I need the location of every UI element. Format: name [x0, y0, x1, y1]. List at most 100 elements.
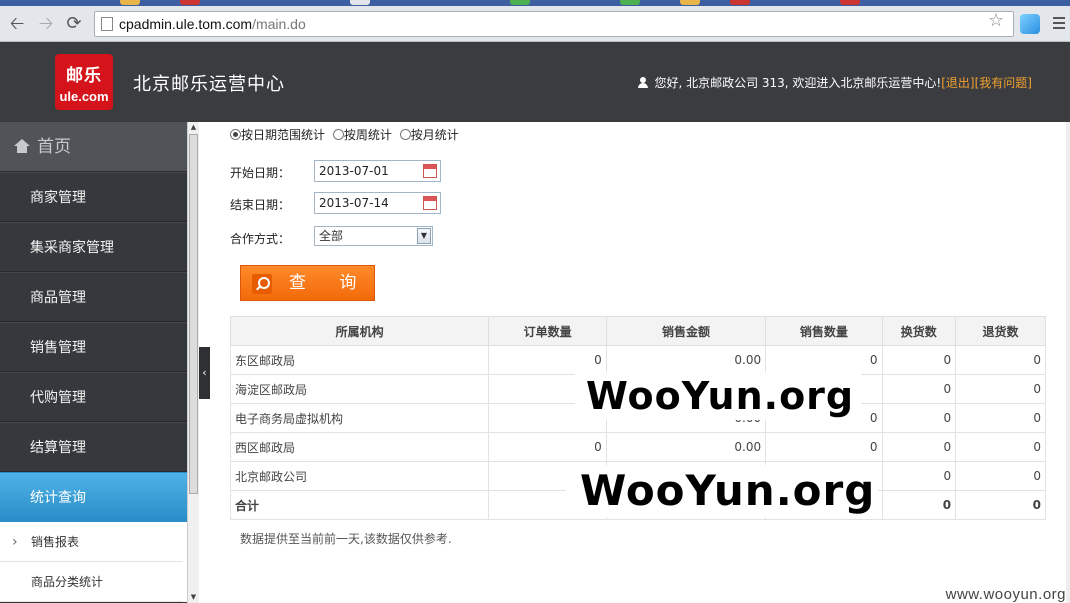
- radio-weekly[interactable]: 按周统计: [332, 126, 392, 143]
- home-icon: [14, 139, 30, 153]
- query-button[interactable]: 查 询: [240, 265, 375, 301]
- sidebar-item-proxy-purchase[interactable]: 代购管理: [0, 372, 187, 422]
- main-content: 按日期范围统计 按周统计 按月统计 开始日期： 2013-07-01 结束日期：…: [210, 122, 1070, 603]
- sidebar-item-products[interactable]: 商品管理: [0, 272, 187, 322]
- tab[interactable]: [350, 0, 370, 5]
- calendar-icon[interactable]: [423, 196, 437, 210]
- tab[interactable]: [120, 0, 140, 5]
- search-icon: [252, 274, 272, 294]
- column-header[interactable]: 订单数量: [488, 316, 607, 346]
- column-header[interactable]: 换货数: [881, 316, 957, 346]
- start-date-row: 开始日期： 2013-07-01: [230, 160, 441, 182]
- table-cell: 海淀区邮政局: [229, 374, 490, 404]
- table-cell: 0: [881, 432, 957, 462]
- chevron-right-icon: ›: [12, 534, 18, 550]
- tab[interactable]: [510, 0, 530, 5]
- table-cell: 0: [881, 345, 957, 375]
- tab[interactable]: [620, 0, 640, 5]
- help-link[interactable]: [我有问题]: [975, 76, 1032, 90]
- coop-select[interactable]: 全部 ▼: [314, 226, 433, 246]
- table-cell: 0: [765, 345, 883, 375]
- table-cell: 合计: [229, 490, 490, 520]
- table-cell: 0: [955, 403, 1046, 433]
- collapse-sidebar-button[interactable]: ‹: [199, 347, 210, 399]
- start-date-label: 开始日期：: [230, 166, 291, 180]
- sidebar-item-merchant[interactable]: 商家管理: [0, 172, 187, 222]
- sidebar-home[interactable]: 首页: [0, 122, 187, 172]
- coop-row: 合作方式： 全部 ▼: [230, 226, 433, 247]
- menu-icon[interactable]: [1053, 17, 1065, 32]
- browser-toolbar: 🡠 🡢 ⟳ cpadmin.ule.tom.com/main.do ☆: [0, 6, 1070, 42]
- sidebar-submenu: › 销售报表 商品分类统计: [0, 522, 187, 602]
- welcome-bar: 您好, 北京邮政公司 313, 欢迎进入北京邮乐运营中心![退出][我有问题]: [638, 74, 1032, 91]
- scroll-up-icon[interactable]: ▲: [189, 123, 198, 132]
- table-cell: 0: [955, 374, 1046, 404]
- sidebar-item-sales[interactable]: 销售管理: [0, 322, 187, 372]
- page-scrollbar[interactable]: [1066, 122, 1070, 603]
- watermark-overlay: WooYun.org: [566, 465, 878, 517]
- column-header[interactable]: 退货数: [955, 316, 1046, 346]
- app-title: 北京邮乐运营中心: [133, 74, 285, 95]
- table-cell: 0.00: [605, 345, 767, 375]
- table-cell: 0: [488, 432, 607, 462]
- end-date-input[interactable]: 2013-07-14: [314, 192, 441, 214]
- table-cell: 电子商务局虚拟机构: [229, 403, 490, 433]
- table-cell: 东区邮政局: [229, 345, 490, 375]
- column-header[interactable]: 所属机构: [229, 316, 490, 346]
- tab[interactable]: [680, 0, 700, 5]
- sidebar-item-group-merchant[interactable]: 集采商家管理: [0, 222, 187, 272]
- table-cell: 0: [881, 403, 957, 433]
- coop-label: 合作方式：: [230, 232, 291, 246]
- table-cell: 0: [955, 345, 1046, 375]
- table-cell: 0: [488, 345, 607, 375]
- forward-icon[interactable]: 🡢: [35, 13, 57, 35]
- table-cell: 0: [881, 490, 957, 520]
- watermark-overlay: WooYun.org: [575, 372, 861, 420]
- scrollbar-thumb[interactable]: [189, 134, 198, 494]
- table-cell: 0: [765, 432, 883, 462]
- start-date-input[interactable]: 2013-07-01: [314, 160, 441, 182]
- url-text[interactable]: cpadmin.ule.tom.com/main.do: [119, 16, 306, 32]
- sidebar-item-statistics[interactable]: 统计查询: [0, 472, 187, 522]
- data-note: 数据提供至当前前一天,该数据仅供参考.: [240, 532, 452, 546]
- radio-monthly[interactable]: 按月统计: [399, 126, 459, 143]
- table-cell: 0: [881, 374, 957, 404]
- tab[interactable]: [840, 0, 860, 5]
- logout-link[interactable]: [退出]: [941, 76, 974, 90]
- submenu-item-category-stats[interactable]: 商品分类统计: [0, 562, 183, 602]
- site-watermark: www.wooyun.org: [945, 586, 1066, 603]
- table-cell: 0: [955, 461, 1046, 491]
- welcome-text: 您好, 北京邮政公司 313, 欢迎进入北京邮乐运营中心!: [654, 76, 942, 90]
- sidebar-scrollbar[interactable]: ▲ ▼: [187, 122, 199, 603]
- column-header[interactable]: 销售数量: [765, 316, 883, 346]
- extension-icon[interactable]: [1020, 14, 1040, 34]
- sidebar: 首页 商家管理 集采商家管理 商品管理 销售管理 代购管理 结算管理 统计查询 …: [0, 122, 187, 603]
- table-cell: 0: [881, 461, 957, 491]
- tab[interactable]: [730, 0, 750, 5]
- table-cell: 0.00: [605, 432, 767, 462]
- table-cell: 0: [955, 432, 1046, 462]
- table-cell: 北京邮政公司: [229, 461, 490, 491]
- scroll-down-icon[interactable]: ▼: [189, 593, 198, 602]
- app-header: 邮乐 ule.com 北京邮乐运营中心 您好, 北京邮政公司 313, 欢迎进入…: [0, 42, 1070, 122]
- back-icon[interactable]: 🡠: [6, 13, 28, 35]
- table-header-row: 所属机构 订单数量 销售金额 销售数量 换货数 退货数: [229, 316, 1046, 346]
- logo[interactable]: 邮乐 ule.com: [55, 54, 113, 110]
- sidebar-item-settlement[interactable]: 结算管理: [0, 422, 187, 472]
- calendar-icon[interactable]: [423, 164, 437, 178]
- page-icon: [101, 17, 113, 31]
- column-header[interactable]: 销售金额: [605, 316, 767, 346]
- radio-date-range[interactable]: 按日期范围统计: [230, 126, 325, 143]
- table-cell: 西区邮政局: [229, 432, 490, 462]
- user-icon: [638, 77, 649, 88]
- star-icon[interactable]: ☆: [988, 10, 1004, 31]
- stat-mode-group: 按日期范围统计 按周统计 按月统计: [230, 126, 463, 143]
- chevron-down-icon[interactable]: ▼: [417, 228, 431, 244]
- submenu-item-sales-report[interactable]: › 销售报表: [0, 522, 183, 562]
- table-row: 东区邮政局 0 0.00 0 0 0: [229, 345, 1046, 375]
- reload-icon[interactable]: ⟳: [63, 13, 85, 35]
- tab[interactable]: [180, 0, 200, 5]
- end-date-row: 结束日期： 2013-07-14: [230, 192, 441, 214]
- table-row: 西区邮政局 0 0.00 0 0 0: [229, 432, 1046, 462]
- address-bar[interactable]: cpadmin.ule.tom.com/main.do: [94, 11, 1014, 37]
